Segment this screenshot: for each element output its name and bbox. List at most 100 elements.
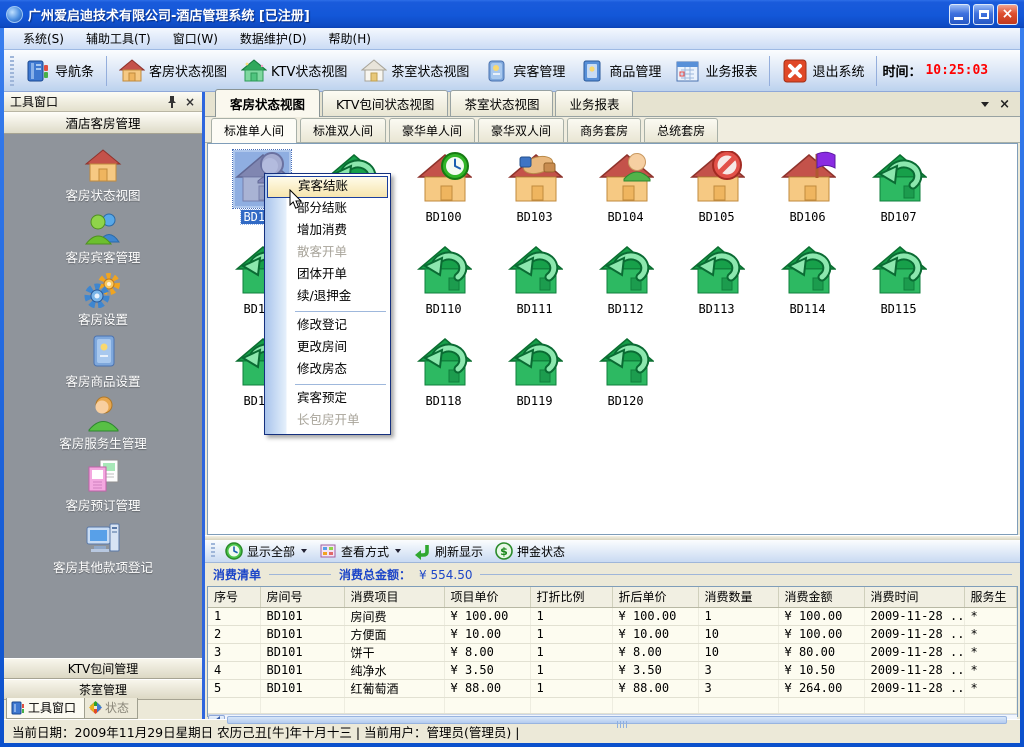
maximize-button[interactable] [973, 4, 994, 25]
table-header-cell[interactable]: 消费金额 [778, 587, 864, 607]
room-blocked-icon [688, 150, 746, 208]
minimize-button[interactable] [949, 4, 970, 25]
action-button[interactable]: $押金状态 [489, 540, 571, 562]
room-item[interactable]: BD111 [489, 242, 580, 334]
sidebar-bottom-tab[interactable]: 工具窗口 [6, 698, 85, 719]
menu-item[interactable]: 帮助(H) [318, 27, 382, 50]
toolbar-grip[interactable] [10, 56, 14, 86]
gear-icon [84, 268, 122, 308]
toolbar-button[interactable]: 退出系统 [775, 54, 871, 88]
dropdown-arrow-icon[interactable] [301, 549, 307, 556]
sidebar-bottom-tab[interactable]: 状态 [85, 698, 138, 719]
room-item[interactable]: BD114 [762, 242, 853, 334]
sidebar-item[interactable]: 客房商品设置 [4, 330, 202, 392]
sidebar-item[interactable]: 客房设置 [4, 268, 202, 330]
toolbar-button[interactable]: 业务报表 [668, 54, 764, 88]
room-type-tab[interactable]: 豪华单人间 [389, 118, 475, 142]
table-cell: 3 [698, 661, 778, 679]
room-handshake-icon [506, 150, 564, 208]
action-button[interactable]: 显示全部 [219, 540, 313, 562]
menu-item[interactable]: 辅助工具(T) [75, 27, 162, 50]
table-header-cell[interactable]: 折后单价 [612, 587, 698, 607]
main-tab[interactable]: 业务报表 [555, 90, 633, 116]
table-empty-row [208, 697, 1017, 713]
context-menu-item[interactable]: 增加消费 [267, 220, 388, 242]
context-menu-item[interactable]: 更改房间 [267, 337, 388, 359]
context-menu-item[interactable]: 团体开单 [267, 264, 388, 286]
context-menu-item[interactable]: 续/退押金 [267, 286, 388, 308]
horizontal-scrollbar[interactable] [208, 714, 1017, 725]
room-item[interactable]: BD118 [398, 334, 489, 426]
room-type-tab[interactable]: 商务套房 [567, 118, 641, 142]
view-mode-icon [319, 542, 337, 560]
table-header-cell[interactable]: 消费项目 [344, 587, 444, 607]
main-tab[interactable]: 客房状态视图 [215, 89, 320, 117]
room-type-tab[interactable]: 标准双人间 [300, 118, 386, 142]
action-button[interactable]: 查看方式 [313, 540, 407, 562]
context-menu-item[interactable]: 部分结账 [267, 198, 388, 220]
menu-item[interactable]: 数据维护(D) [229, 27, 318, 50]
table-cell: ¥ 3.50 [444, 661, 530, 679]
room-item[interactable]: BD112 [580, 242, 671, 334]
main-tab[interactable]: 茶室状态视图 [450, 90, 553, 116]
room-item[interactable]: BD120 [580, 334, 671, 426]
table-header-cell[interactable]: 房间号 [260, 587, 344, 607]
toolbar-button[interactable]: 茶室状态视图 [354, 54, 476, 88]
table-header-cell[interactable]: 序号 [208, 587, 260, 607]
scrollbar-thumb[interactable] [227, 716, 1007, 724]
sidebar-item[interactable]: 客房宾客管理 [4, 206, 202, 268]
room-item[interactable]: BD107 [853, 150, 944, 242]
close-button[interactable]: × [997, 4, 1018, 25]
context-menu-item[interactable]: 修改房态 [267, 359, 388, 381]
navigator-icon [25, 58, 51, 84]
room-item[interactable]: BD115 [853, 242, 944, 334]
pin-icon[interactable] [166, 95, 182, 109]
room-type-tab[interactable]: 总统套房 [644, 118, 718, 142]
room-item[interactable]: BD103 [489, 150, 580, 242]
table-row[interactable]: 3BD101饼干¥ 8.001¥ 8.0010¥ 80.002009-11-28… [208, 643, 1017, 661]
table-header-cell[interactable]: 打折比例 [530, 587, 612, 607]
main-tab[interactable]: KTV包间状态视图 [322, 90, 448, 116]
room-item[interactable]: BD113 [671, 242, 762, 334]
sidebar-item[interactable]: 客房预订管理 [4, 454, 202, 516]
toolbar-button[interactable]: 客房状态视图 [112, 54, 234, 88]
room-item[interactable]: BD119 [489, 334, 580, 426]
toolbar-button[interactable]: 商品管理 [572, 54, 668, 88]
room-item[interactable]: BD100 [398, 150, 489, 242]
menu-item[interactable]: 窗口(W) [162, 27, 229, 50]
context-menu-item[interactable]: 修改登记 [267, 315, 388, 337]
menu-item[interactable]: 系统(S) [12, 27, 75, 50]
dropdown-arrow-icon[interactable] [395, 549, 401, 556]
toolbar-button[interactable]: 宾客管理 [476, 54, 572, 88]
room-item[interactable]: BD104 [580, 150, 671, 242]
sidebar-close-icon[interactable]: × [182, 95, 198, 109]
room-type-tab[interactable]: 豪华双人间 [478, 118, 564, 142]
actions-toolbar-grip[interactable] [211, 543, 215, 559]
sidebar-collapsed-panel[interactable]: 茶室管理 [4, 679, 202, 700]
room-item[interactable]: BD106 [762, 150, 853, 242]
table-header-cell[interactable]: 消费时间 [864, 587, 964, 607]
room-type-tab[interactable]: 标准单人间 [211, 118, 297, 143]
table-header-cell[interactable]: 项目单价 [444, 587, 530, 607]
table-row[interactable]: 4BD101纯净水¥ 3.501¥ 3.503¥ 10.502009-11-28… [208, 661, 1017, 679]
table-row[interactable]: 2BD101方便面¥ 10.001¥ 10.0010¥ 100.002009-1… [208, 625, 1017, 643]
sidebar-collapsed-panel[interactable]: KTV包间管理 [4, 658, 202, 679]
table-header-cell[interactable]: 消费数量 [698, 587, 778, 607]
room-item[interactable]: BD110 [398, 242, 489, 334]
toolbar-button[interactable]: KTV状态视图 [234, 54, 354, 88]
context-menu-item[interactable]: 宾客预定 [267, 388, 388, 410]
table-row[interactable]: 5BD101红葡萄酒¥ 88.001¥ 88.003¥ 264.002009-1… [208, 679, 1017, 697]
toolbar-button[interactable]: 导航条 [18, 54, 101, 88]
table-row[interactable]: 1BD101房间费¥ 100.001¥ 100.001¥ 100.002009-… [208, 607, 1017, 625]
guests-icon [84, 206, 122, 246]
table-header-cell[interactable]: 服务生 [964, 587, 1017, 607]
room-item[interactable]: BD105 [671, 150, 762, 242]
sidebar-item[interactable]: 客房其他款项登记 [4, 516, 202, 578]
sidebar-item[interactable]: 客房状态视图 [4, 144, 202, 206]
tab-scroll-down-icon[interactable] [981, 102, 989, 111]
sidebar-panel-title[interactable]: 酒店客房管理 [4, 112, 202, 134]
tab-close-icon[interactable]: × [999, 98, 1010, 111]
sidebar-item[interactable]: 客房服务生管理 [4, 392, 202, 454]
action-button[interactable]: 刷新显示 [407, 540, 489, 562]
context-menu-item[interactable]: 宾客结账 [267, 176, 388, 198]
